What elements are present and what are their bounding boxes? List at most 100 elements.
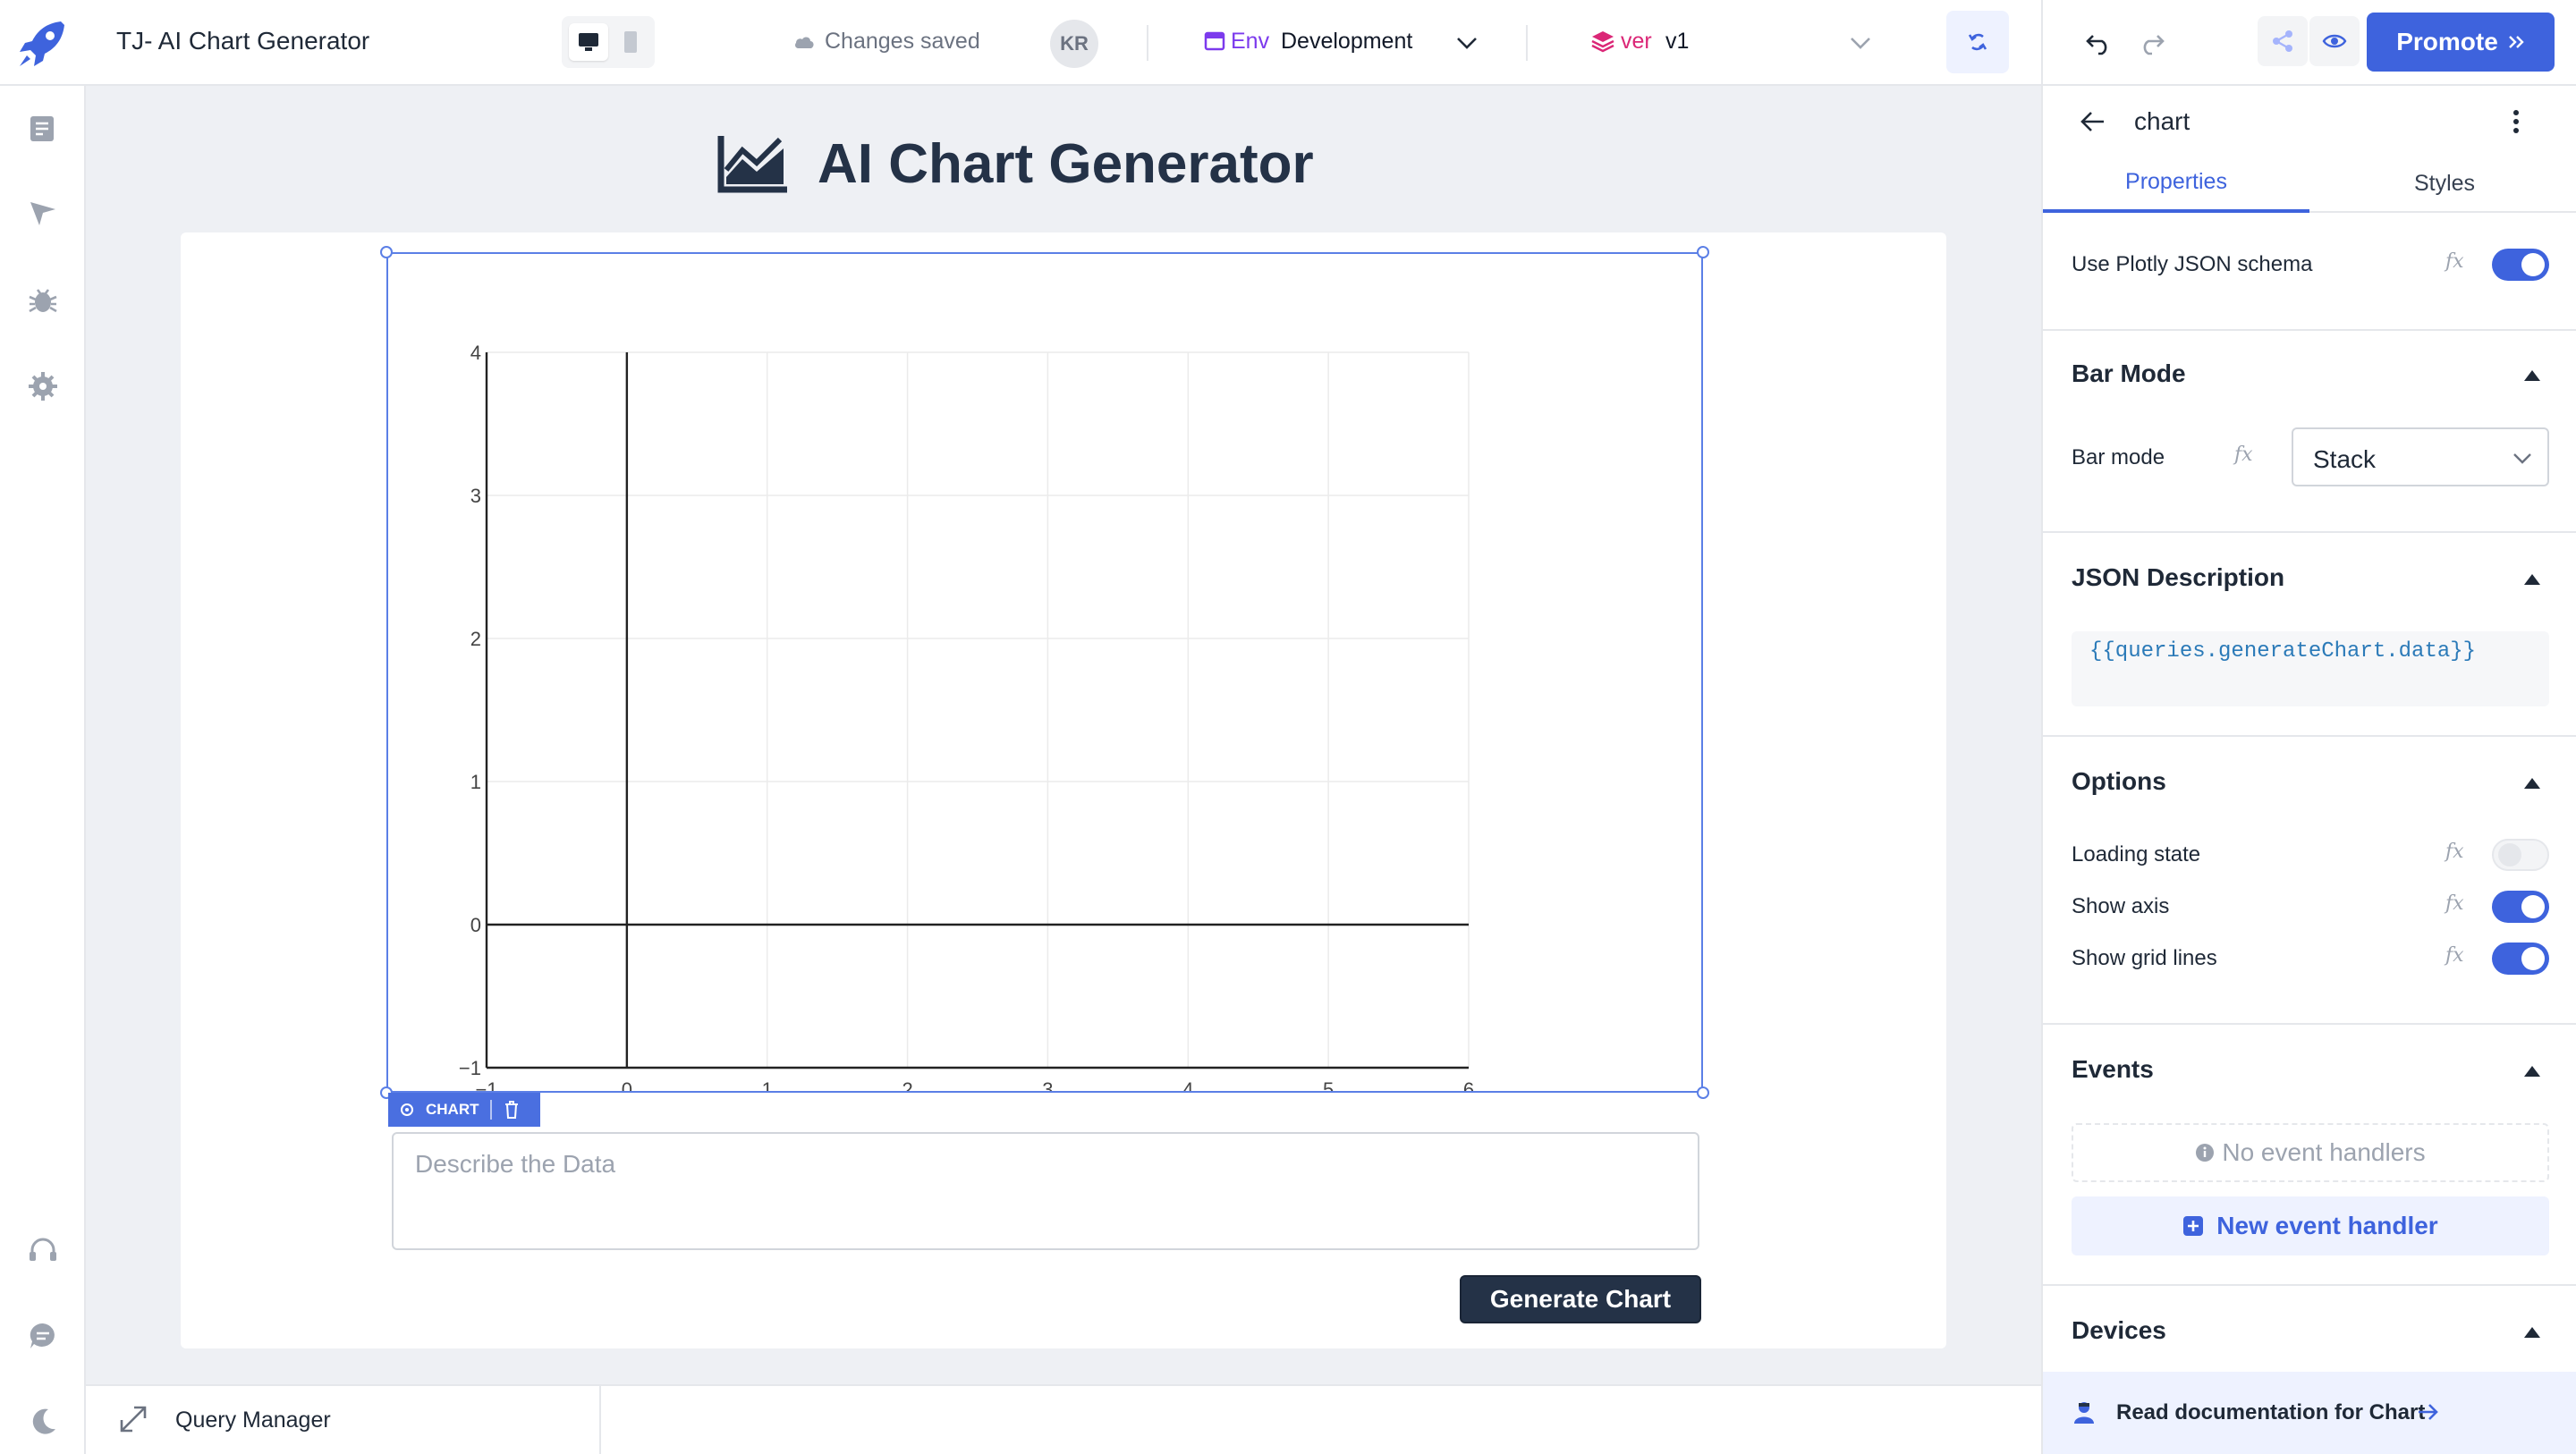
divider xyxy=(2043,1284,2576,1286)
options-section-title[interactable]: Options xyxy=(2072,767,2166,796)
show-grid-lines-label: Show grid lines xyxy=(2072,946,2217,970)
device-toggle[interactable] xyxy=(562,16,655,68)
events-section-title[interactable]: Events xyxy=(2072,1055,2154,1084)
devices-section-title[interactable]: Devices xyxy=(2072,1316,2166,1345)
page-title: AI Chart Generator xyxy=(818,133,1314,195)
collapse-caret-icon[interactable] xyxy=(2524,778,2540,789)
resize-handle[interactable] xyxy=(1697,246,1709,258)
x-tick-label: 1 xyxy=(762,1078,773,1091)
mobile-icon[interactable] xyxy=(623,30,639,54)
collapse-caret-icon[interactable] xyxy=(2524,370,2540,381)
undo-icon[interactable] xyxy=(2084,27,2114,57)
tab-styles[interactable]: Styles xyxy=(2311,154,2576,213)
fx-icon[interactable]: fx xyxy=(2445,250,2464,273)
arrow-right-icon xyxy=(2419,1404,2438,1420)
component-name[interactable]: chart xyxy=(2134,107,2190,136)
documentation-link[interactable]: Read documentation for Chart xyxy=(2043,1372,2576,1454)
expand-icon[interactable] xyxy=(118,1404,148,1434)
app-name[interactable]: TJ- AI Chart Generator xyxy=(116,27,369,55)
divider xyxy=(2043,735,2576,737)
json-description-section-title[interactable]: JSON Description xyxy=(2072,563,2284,592)
fx-icon[interactable]: fx xyxy=(2445,892,2464,915)
double-chevron-right-icon xyxy=(2508,36,2524,48)
refresh-button[interactable] xyxy=(1946,11,2009,73)
use-plotly-label: Use Plotly JSON schema xyxy=(2072,252,2313,276)
no-event-handlers: No event handlers xyxy=(2072,1123,2549,1182)
chart-plot: −1 0 1 2 3 4 5 6 −1 0 1 2 3 4 xyxy=(459,342,1474,1091)
bar-mode-select[interactable]: Stack xyxy=(2292,427,2549,486)
collapse-caret-icon[interactable] xyxy=(2524,1327,2540,1338)
env-select-value[interactable]: Development xyxy=(1281,29,1412,55)
y-tick-label: 3 xyxy=(470,485,481,507)
loading-state-toggle[interactable] xyxy=(2492,839,2549,871)
cloud-icon xyxy=(795,37,814,48)
dark-mode-moon-icon[interactable] xyxy=(27,1406,59,1438)
chevron-down-icon[interactable] xyxy=(1848,32,1873,54)
query-manager-toggle[interactable]: Query Manager xyxy=(175,1408,331,1433)
share-button[interactable] xyxy=(2258,16,2308,66)
json-description-input[interactable]: {{queries.generateChart.data}} xyxy=(2072,631,2549,706)
redo-icon[interactable] xyxy=(2136,27,2166,57)
refresh-icon xyxy=(1968,33,1987,51)
inspector-panel: chart Properties Styles Use Plotly JSON … xyxy=(2041,86,2576,1454)
inspector-tabs: Properties Styles xyxy=(2043,154,2576,213)
x-tick-label: 3 xyxy=(1042,1078,1053,1091)
show-axis-label: Show axis xyxy=(2072,894,2170,918)
chevron-down-icon[interactable] xyxy=(1454,32,1479,54)
rocket-logo-icon[interactable] xyxy=(16,16,70,70)
use-plotly-toggle[interactable] xyxy=(2492,249,2549,281)
eye-icon xyxy=(2322,34,2347,48)
desktop-icon xyxy=(579,33,598,51)
y-tick-label: 1 xyxy=(470,771,481,793)
avatar[interactable]: KR xyxy=(1050,20,1098,68)
resize-handle[interactable] xyxy=(380,246,393,258)
fx-icon[interactable]: fx xyxy=(2445,944,2464,967)
chevron-down-icon xyxy=(2513,453,2531,464)
show-axis-toggle[interactable] xyxy=(2492,891,2549,923)
toggle-knob xyxy=(2521,253,2545,276)
debugger-bug-icon[interactable] xyxy=(27,284,59,317)
plus-square-icon xyxy=(2183,1216,2204,1236)
trash-icon[interactable] xyxy=(503,1100,521,1120)
inspector-icon[interactable] xyxy=(27,199,59,231)
info-icon xyxy=(2196,1144,2215,1162)
version-select-value[interactable]: v1 xyxy=(1665,29,1689,55)
more-options-icon[interactable] xyxy=(2503,106,2529,138)
divider xyxy=(2043,1023,2576,1025)
environment-icon xyxy=(1204,31,1225,51)
preview-button[interactable] xyxy=(2309,16,2360,66)
support-headset-icon[interactable] xyxy=(27,1234,59,1266)
chart-widget[interactable]: −1 0 1 2 3 4 5 6 −1 0 1 2 3 4 xyxy=(386,252,1703,1093)
toggle-knob xyxy=(2521,947,2545,970)
divider xyxy=(2041,0,2043,86)
x-tick-label: 4 xyxy=(1182,1078,1193,1091)
toggle-knob xyxy=(2498,843,2521,866)
promote-button[interactable]: Promote xyxy=(2367,13,2555,72)
back-arrow-icon[interactable] xyxy=(2079,109,2107,134)
fx-icon[interactable]: fx xyxy=(2445,841,2464,863)
generate-chart-button[interactable]: Generate Chart xyxy=(1460,1275,1701,1323)
collapse-caret-icon[interactable] xyxy=(2524,1066,2540,1077)
documentation-link-text: Read documentation for Chart xyxy=(2116,1400,2426,1424)
resize-handle[interactable] xyxy=(1697,1086,1709,1099)
tab-properties[interactable]: Properties xyxy=(2043,154,2309,213)
x-tick-label: 2 xyxy=(902,1078,912,1091)
bar-mode-label: Bar mode xyxy=(2072,445,2165,469)
top-bar: TJ- AI Chart Generator Changes saved KR … xyxy=(0,0,2576,86)
show-grid-lines-toggle[interactable] xyxy=(2492,943,2549,975)
new-event-handler-button[interactable]: New event handler xyxy=(2072,1196,2549,1255)
divider xyxy=(489,1100,492,1120)
fx-icon[interactable]: fx xyxy=(2234,444,2253,466)
divider xyxy=(2043,329,2576,331)
pages-icon[interactable] xyxy=(27,113,59,145)
settings-gear-icon[interactable] xyxy=(27,370,59,402)
x-tick-label: 5 xyxy=(1323,1078,1334,1091)
bar-mode-section-title[interactable]: Bar Mode xyxy=(2072,359,2186,388)
component-tag[interactable]: CHART xyxy=(388,1093,540,1127)
describe-data-input[interactable] xyxy=(392,1132,1699,1250)
collapse-caret-icon[interactable] xyxy=(2524,574,2540,585)
no-event-handlers-text: No event handlers xyxy=(2222,1138,2426,1166)
gear-icon[interactable] xyxy=(397,1100,417,1120)
chat-icon[interactable] xyxy=(27,1320,59,1352)
divider xyxy=(599,1386,601,1454)
